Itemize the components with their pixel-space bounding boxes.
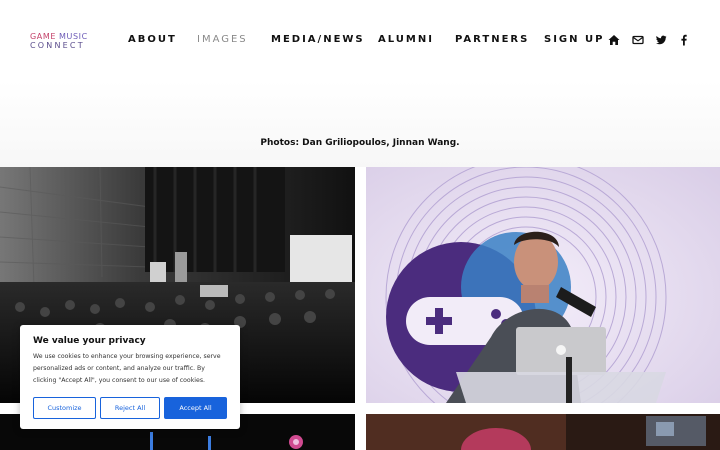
customize-button[interactable]: Customize <box>33 397 96 419</box>
logo-word-connect: CONNECT <box>30 41 85 50</box>
photo-credit: Photos: Dan Griliopoulos, Jinnan Wang. <box>260 138 460 148</box>
cookie-title: We value your privacy <box>33 336 146 346</box>
site-logo[interactable]: GAME MUSIC CONNECT <box>30 32 88 50</box>
accept-all-button[interactable]: Accept All <box>164 397 227 419</box>
envelope-icon[interactable] <box>632 34 644 46</box>
logo-word-game: GAME <box>30 32 57 41</box>
nav-item-images[interactable]: IMAGES <box>197 34 248 45</box>
reject-all-button[interactable]: Reject All <box>100 397 160 419</box>
nav-item-partners[interactable]: PARTNERS <box>455 34 529 45</box>
speaker-at-podium-photo[interactable] <box>366 167 720 403</box>
nav-item-sign-up[interactable]: SIGN UP <box>544 34 604 45</box>
performer-closeup-photo[interactable] <box>366 414 720 450</box>
cookie-description: We use cookies to enhance your browsing … <box>33 353 221 384</box>
logo-word-music: MUSIC <box>59 32 88 41</box>
home-icon[interactable] <box>608 34 620 46</box>
facebook-icon[interactable] <box>678 34 690 46</box>
nav-item-alumni[interactable]: ALUMNI <box>378 34 434 45</box>
nav-item-about[interactable]: ABOUT <box>128 34 177 45</box>
site-header: GAME MUSIC CONNECT ABOUT IMAGES MEDIA/NEW… <box>0 0 720 80</box>
cookie-consent-dialog: We value your privacy We use cookies to … <box>20 325 240 429</box>
twitter-icon[interactable] <box>655 34 667 46</box>
intro-band <box>0 80 720 167</box>
nav-item-media-news[interactable]: MEDIA/NEWS <box>271 34 365 45</box>
